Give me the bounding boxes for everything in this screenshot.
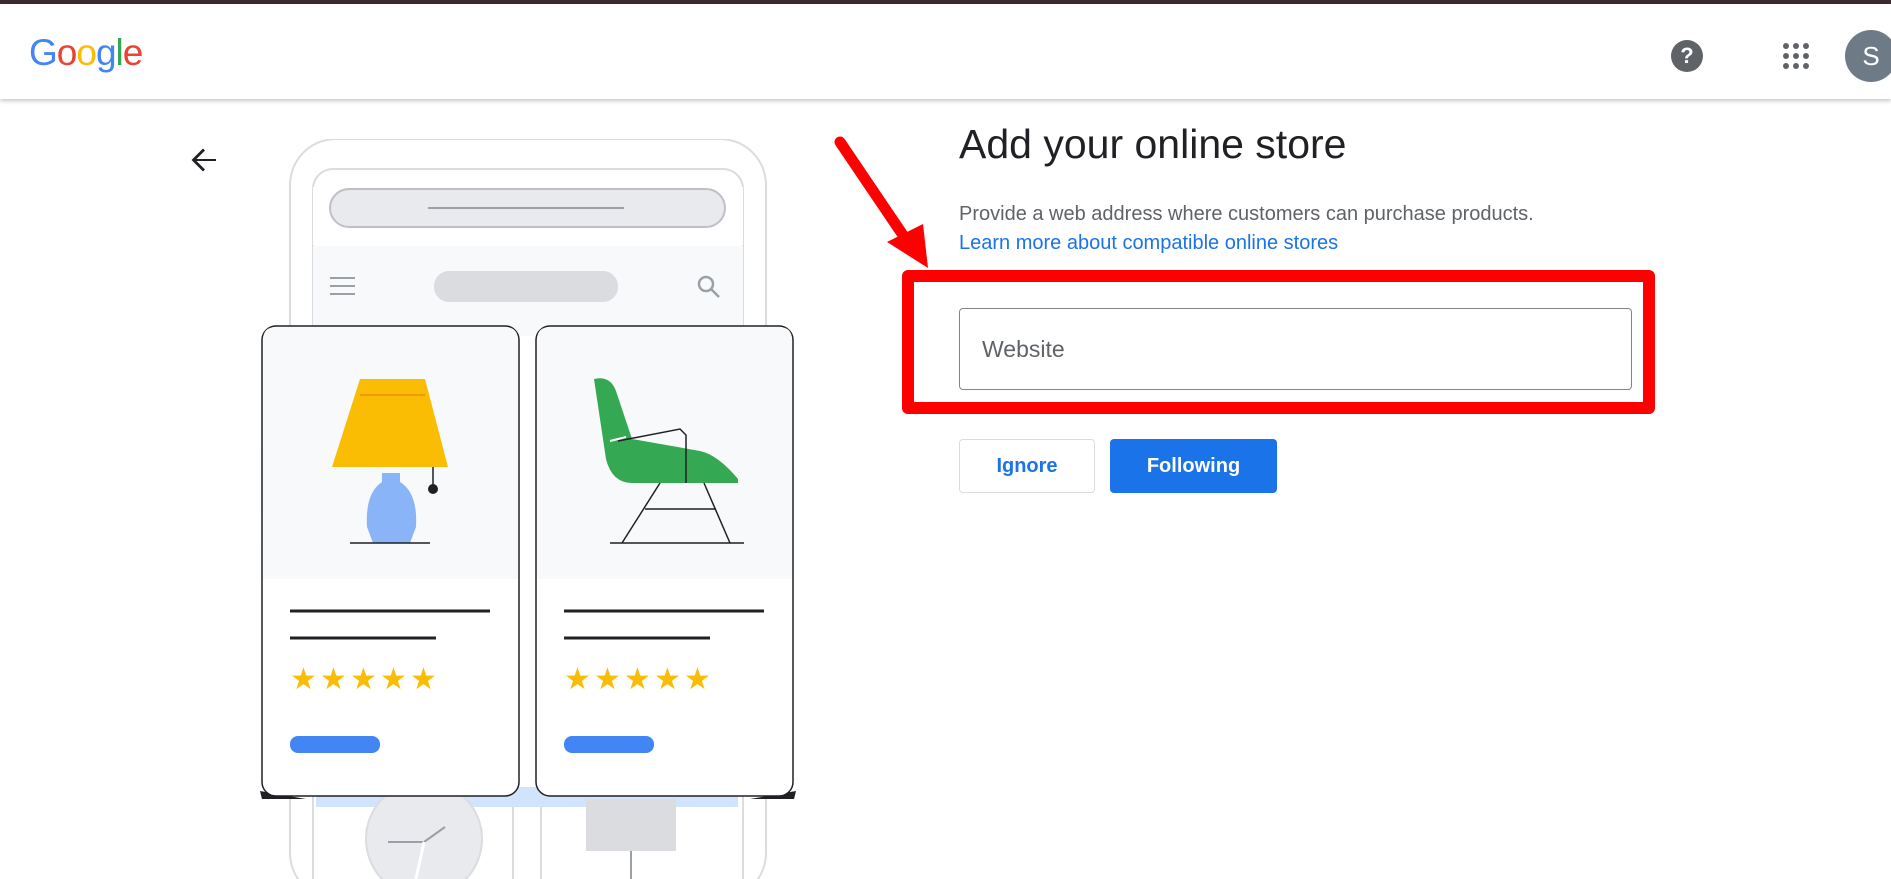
svg-text:★: ★ (410, 662, 437, 697)
svg-text:★: ★ (624, 662, 651, 697)
svg-text:★: ★ (594, 662, 621, 697)
google-logo[interactable]: Google (29, 32, 144, 74)
svg-text:★: ★ (290, 662, 317, 697)
product-card-lamp: ★ ★ ★ ★ ★ (260, 325, 520, 799)
page-title: Add your online store (959, 121, 1347, 167)
help-icon[interactable]: ? (1671, 40, 1703, 72)
svg-text:★: ★ (564, 662, 591, 697)
learn-more-link[interactable]: Learn more about compatible online store… (959, 232, 1338, 255)
ignore-button[interactable]: Ignore (959, 439, 1095, 493)
svg-text:★: ★ (320, 662, 347, 697)
top-header: Google ? S (0, 4, 1891, 99)
svg-text:★: ★ (380, 662, 407, 697)
account-avatar[interactable]: S (1845, 30, 1891, 82)
page-description: Provide a web address where customers ca… (959, 203, 1534, 225)
logo-letter: g (95, 32, 117, 73)
svg-text:★: ★ (350, 662, 377, 697)
logo-letter: o (76, 32, 97, 73)
svg-text:★: ★ (684, 662, 711, 697)
following-button[interactable]: Following (1110, 439, 1277, 493)
arrow-left-icon[interactable] (184, 140, 224, 180)
annotation-arrow-icon (834, 136, 928, 268)
logo-letter: l (115, 32, 124, 73)
website-input[interactable] (959, 308, 1632, 390)
store-illustration: ★ ★ ★ ★ ★ ★ ★ ★ ★ ★ (260, 139, 796, 879)
svg-text:★: ★ (654, 662, 681, 697)
logo-letter: e (122, 32, 144, 73)
apps-grid-icon[interactable] (1782, 42, 1810, 70)
product-card-chair: ★ ★ ★ ★ ★ (535, 325, 796, 799)
logo-letter: o (56, 32, 78, 73)
logo-letter: G (29, 32, 58, 73)
